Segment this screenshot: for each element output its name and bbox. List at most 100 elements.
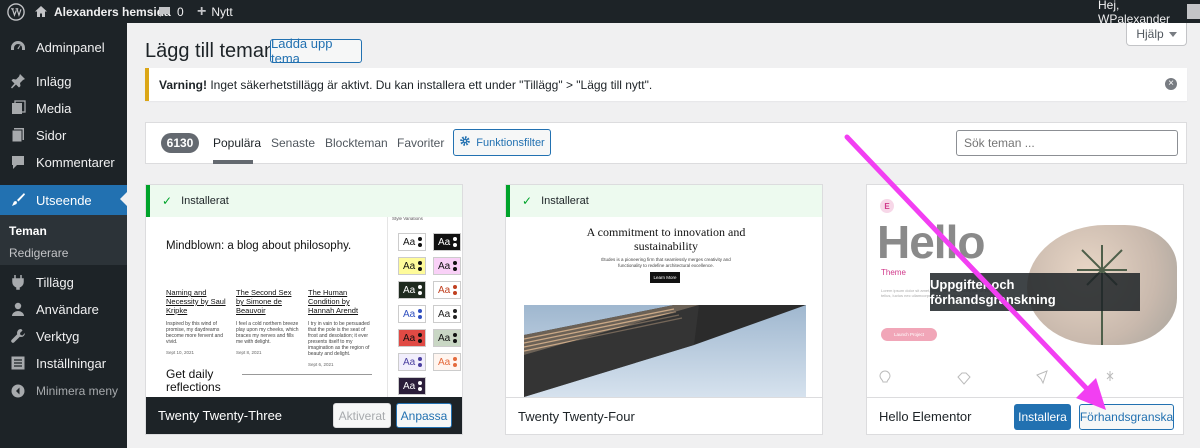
swatch-label: Aa xyxy=(438,236,451,248)
installed-banner: ✓ Installerat xyxy=(146,185,462,217)
feature-filter-button[interactable]: Funktionsfilter xyxy=(453,129,551,156)
theme-card-twenty-twenty-three[interactable]: ✓ Installerat Mindblown: a blog about phi… xyxy=(145,184,463,435)
sidebar-item-plugins[interactable]: Tillägg xyxy=(0,268,127,296)
tab-popular[interactable]: Populära xyxy=(213,136,261,150)
help-tab-button[interactable]: Hjälp xyxy=(1126,23,1187,46)
installed-label: Installerat xyxy=(181,195,229,207)
tab-latest[interactable]: Senaste xyxy=(271,136,315,150)
sidebar-item-users[interactable]: Användare xyxy=(0,295,127,323)
security-warning-notice: Varning! Inget säkerhetstillägg är aktiv… xyxy=(145,68,1187,101)
preview-button: Learn More xyxy=(650,272,680,283)
swatch-label: Aa xyxy=(403,332,416,344)
tab-block-themes[interactable]: Blockteman xyxy=(325,136,388,150)
details-overlay-button[interactable]: Uppgifter och förhandsgranskning xyxy=(930,273,1140,311)
style-variation-swatch[interactable]: Aa xyxy=(433,257,461,275)
sidebar-item-dashboard[interactable]: Adminpanel xyxy=(0,33,127,61)
swatch-label: Aa xyxy=(403,236,416,248)
sidebar-item-media[interactable]: Media xyxy=(0,94,127,122)
theme-screenshot[interactable]: ✓ Installerat A commitment to innovation … xyxy=(506,185,822,397)
plugin-icon xyxy=(0,274,36,290)
style-variation-swatch[interactable]: Aa xyxy=(398,305,426,323)
install-button[interactable]: Installera xyxy=(1014,404,1071,430)
avatar xyxy=(1187,4,1200,19)
sidebar-collapse-button[interactable]: Minimera meny xyxy=(0,377,127,405)
theme-card-twenty-twenty-four[interactable]: ✓ Installerat A commitment to innovation … xyxy=(505,184,823,435)
appearance-submenu: Teman Redigerare xyxy=(0,215,127,265)
preview-post: Naming and Necessity by Saul Kripke Insp… xyxy=(166,288,226,357)
sidebar-label: Inlägg xyxy=(36,73,72,89)
sidebar-item-pages[interactable]: Sidor xyxy=(0,121,127,149)
gear-icon xyxy=(459,135,471,150)
style-variation-swatch[interactable]: Aa xyxy=(433,353,461,371)
greeting: Hej, WPalexander xyxy=(1098,0,1171,26)
installed-label: Installerat xyxy=(541,195,589,207)
new-content-link[interactable]: + Nytt xyxy=(197,0,233,23)
wordpress-logo-icon[interactable] xyxy=(7,0,25,23)
elementor-logo: E xyxy=(880,199,894,213)
swatch-dots-icon xyxy=(418,285,422,295)
site-home-link[interactable]: Alexanders hemsida xyxy=(34,0,171,23)
swatch-dots-icon xyxy=(418,357,422,367)
account-menu[interactable]: Hej, WPalexander xyxy=(1098,0,1200,26)
style-variation-swatch[interactable]: Aa xyxy=(433,305,461,323)
theme-search-input[interactable] xyxy=(956,130,1178,156)
activated-button: Aktiverat xyxy=(333,403,391,428)
preview-post: The Second Sex by Simone de Beauvoir I f… xyxy=(236,288,300,357)
preview-post-date: Sept 10, 2021 xyxy=(166,350,195,355)
sidebar-item-settings[interactable]: Inställningar xyxy=(0,349,127,377)
swatch-label: Aa xyxy=(403,380,416,392)
swatch-dots-icon xyxy=(418,261,422,271)
sidebar-item-appearance[interactable]: Utseende xyxy=(0,185,127,215)
swatch-label: Aa xyxy=(403,356,416,368)
theme-screenshot[interactable]: ✓ Installerat Mindblown: a blog about phi… xyxy=(146,185,462,397)
preview-divider xyxy=(242,374,372,375)
style-variation-swatch[interactable]: Aa xyxy=(398,233,426,251)
style-variation-swatch[interactable]: Aa xyxy=(433,329,461,347)
theme-filter-bar: 6130 Populära Senaste Blockteman Favorit… xyxy=(145,122,1187,164)
theme-card-hello-elementor[interactable]: E Hello Theme Lorem ipsum dolor sit amet… xyxy=(866,184,1184,435)
sidebar-label: Adminpanel xyxy=(36,39,105,55)
comments-link[interactable]: 0 xyxy=(158,0,184,23)
style-variation-swatch[interactable]: Aa xyxy=(398,329,426,347)
tab-favorites[interactable]: Favoriter xyxy=(397,136,444,150)
theme-name: Twenty Twenty-Four xyxy=(518,408,635,424)
notice-text: Inget säkerhetstillägg är aktivt. Du kan… xyxy=(207,77,653,92)
swatch-dots-icon xyxy=(418,309,422,319)
style-variation-swatch[interactable]: Aa xyxy=(398,353,426,371)
submenu-item-themes[interactable]: Teman xyxy=(9,224,47,238)
swatch-dots-icon xyxy=(453,285,457,295)
upload-theme-button[interactable]: Ladda upp tema xyxy=(270,36,362,66)
sidebar-label: Inställningar xyxy=(36,355,107,371)
sidebar-label: Kommentarer xyxy=(36,154,115,170)
swatch-label: Aa xyxy=(403,308,416,320)
swatch-dots-icon xyxy=(453,333,457,343)
sidebar-item-comments[interactable]: Kommentarer xyxy=(0,148,127,176)
style-variation-swatch[interactable]: Aa xyxy=(398,281,426,299)
preview-headline: A commitment to innovation and sustainab… xyxy=(586,225,746,253)
swatch-label: Aa xyxy=(403,284,416,296)
theme-count-badge: 6130 xyxy=(161,133,199,153)
theme-screenshot[interactable]: E Hello Theme Lorem ipsum dolor sit amet… xyxy=(867,185,1183,397)
customize-button[interactable]: Anpassa xyxy=(396,403,452,428)
swatch-label: Aa xyxy=(438,356,451,368)
preview-post-desc: Inspired by this wind of promise, my day… xyxy=(166,321,223,345)
style-variation-swatch[interactable]: Aa xyxy=(433,233,461,251)
media-icon xyxy=(0,100,36,116)
swatch-dots-icon xyxy=(418,381,422,391)
submenu-item-editor[interactable]: Redigerare xyxy=(9,246,68,260)
active-tab-indicator xyxy=(213,160,253,164)
preview-post-date: Sept 6, 2021 xyxy=(308,362,334,367)
preview-button[interactable]: Förhandsgranska xyxy=(1079,404,1174,430)
swatch-label: Aa xyxy=(438,260,451,272)
caret-down-icon xyxy=(1168,31,1177,41)
admin-bar: Alexanders hemsida 0 + Nytt Hej, WPalexa… xyxy=(0,0,1200,26)
style-variation-swatch[interactable]: Aa xyxy=(398,257,426,275)
sidebar-item-posts[interactable]: Inlägg xyxy=(0,67,127,95)
style-variation-swatch[interactable]: Aa xyxy=(398,377,426,395)
sidebar-label: Minimera meny xyxy=(36,384,119,398)
dismiss-icon[interactable]: × xyxy=(1165,78,1177,90)
sidebar-item-tools[interactable]: Verktyg xyxy=(0,322,127,350)
swatch-dots-icon xyxy=(453,261,457,271)
notice-bold: Varning! xyxy=(159,77,208,92)
style-variation-swatch[interactable]: Aa xyxy=(433,281,461,299)
